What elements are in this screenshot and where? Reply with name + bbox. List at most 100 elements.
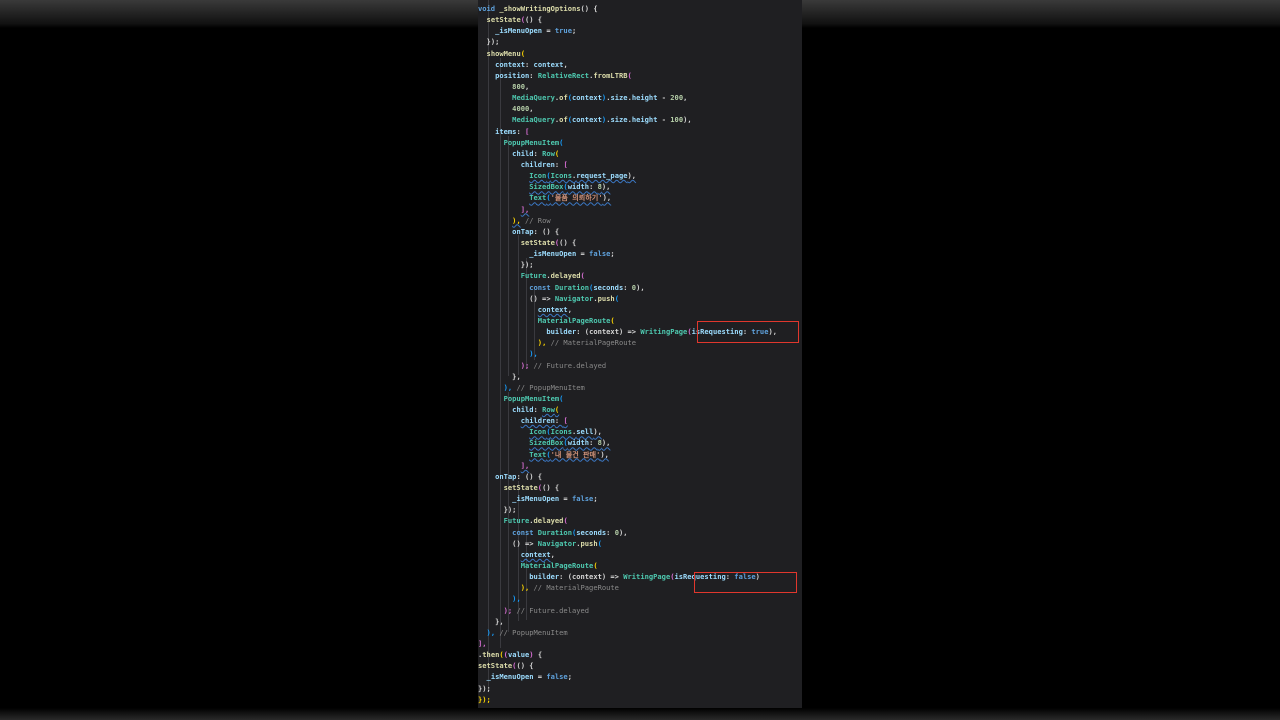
code-line[interactable]: context, <box>478 304 802 315</box>
code-line[interactable]: () => Navigator.push( <box>478 293 802 304</box>
code-line[interactable]: child: Row( <box>478 404 802 415</box>
code-line[interactable]: ), <box>478 593 802 604</box>
code-token: delayed <box>550 271 581 281</box>
code-line[interactable]: MaterialPageRoute( <box>478 560 802 571</box>
code-line[interactable]: setState(() { <box>478 482 802 493</box>
code-line[interactable]: ], <box>478 638 802 649</box>
code-line[interactable]: Icon(Icons.request_page), <box>478 170 802 181</box>
code-token: : <box>525 59 534 69</box>
code-token: ), <box>503 382 513 392</box>
code-line[interactable]: ); // Future.delayed <box>478 605 802 616</box>
code-line[interactable]: children: [ <box>478 415 802 426</box>
code-token: () { <box>559 237 577 247</box>
code-token: ; <box>593 494 598 504</box>
code-line[interactable]: ), <box>478 348 802 359</box>
code-token: false <box>589 249 611 259</box>
code-line[interactable]: Text('내 물건 판매'), <box>478 449 802 460</box>
code-line[interactable]: SizedBox(width: 8), <box>478 181 802 192</box>
code-line[interactable]: Future.delayed( <box>478 515 802 526</box>
code-token: SizedBox <box>529 182 564 192</box>
code-line[interactable]: children: [ <box>478 159 802 170</box>
code-line[interactable]: _isMenuOpen = true; <box>478 25 802 36</box>
code-line[interactable]: PopupMenuItem( <box>478 137 802 148</box>
code-token: request_page <box>576 171 628 181</box>
code-token: [ <box>563 416 568 426</box>
code-line[interactable]: }, <box>478 371 802 382</box>
code-line[interactable]: const Duration(seconds: 0), <box>478 282 802 293</box>
code-line[interactable]: ], <box>478 204 802 215</box>
code-token: Icons <box>550 427 572 437</box>
code-line[interactable]: Future.delayed( <box>478 270 802 281</box>
code-line[interactable]: showMenu( <box>478 48 802 59</box>
code-line[interactable]: child: Row( <box>478 148 802 159</box>
code-token: : <box>589 182 598 192</box>
code-line[interactable]: context, <box>478 549 802 560</box>
code-token: ( <box>563 516 568 526</box>
code-token: builder <box>529 572 560 582</box>
code-line[interactable]: .then((value) { <box>478 649 802 660</box>
code-line[interactable]: () => Navigator.push( <box>478 538 802 549</box>
code-line[interactable]: Icon(Icons.sell), <box>478 426 802 437</box>
code-block[interactable]: void _showWritingOptions() { setState(()… <box>478 0 802 705</box>
code-token: size <box>610 115 628 125</box>
code-line[interactable]: ), // Row <box>478 215 802 226</box>
code-editor[interactable]: void _showWritingOptions() { setState(()… <box>478 0 802 720</box>
code-token: ( <box>580 271 585 281</box>
code-token: context <box>572 93 602 103</box>
code-line[interactable]: }); <box>478 504 802 515</box>
code-token: ], <box>520 204 530 214</box>
code-line[interactable]: 4000, <box>478 103 802 114</box>
code-line[interactable]: onTap: () { <box>478 471 802 482</box>
code-line[interactable]: setState(() { <box>478 237 802 248</box>
code-line[interactable]: SizedBox(width: 8), <box>478 437 802 448</box>
code-line[interactable]: MediaQuery.of(context).size.height - 100… <box>478 114 802 125</box>
code-token: () { <box>516 661 534 671</box>
code-token: }, <box>512 371 521 381</box>
code-token: 200 <box>670 93 684 103</box>
code-line[interactable]: 800, <box>478 81 802 92</box>
code-token: '내 물건 판매' <box>550 449 601 459</box>
code-line[interactable]: setState(() { <box>478 14 802 25</box>
code-line[interactable]: MediaQuery.of(context).size.height - 200… <box>478 92 802 103</box>
code-token: // Future.delayed <box>512 605 590 615</box>
code-token: _isMenuOpen <box>529 249 577 259</box>
code-token: () { <box>525 471 543 481</box>
code-line[interactable]: position: RelativeRect.fromLTRB( <box>478 70 802 81</box>
code-token: width <box>567 438 590 448</box>
code-line[interactable]: ); // Future.delayed <box>478 360 802 371</box>
code-token: setState <box>486 15 521 25</box>
code-line[interactable]: }); <box>478 36 802 47</box>
code-line[interactable]: ), // PopupMenuItem <box>478 382 802 393</box>
code-line[interactable]: const Duration(seconds: 0), <box>478 527 802 538</box>
code-line[interactable]: Text('물품 의뢰하기'), <box>478 192 802 203</box>
code-token: ( <box>559 137 564 147</box>
code-line[interactable]: items: [ <box>478 126 802 137</box>
code-line[interactable]: PopupMenuItem( <box>478 393 802 404</box>
code-token: ), <box>512 594 521 604</box>
code-line[interactable]: }); <box>478 259 802 270</box>
code-line[interactable]: }, <box>478 616 802 627</box>
code-token: 4000 <box>512 104 530 114</box>
code-line[interactable]: context: context, <box>478 59 802 70</box>
code-line[interactable]: }); <box>478 694 802 705</box>
code-token: width <box>567 182 590 192</box>
code-token: '물품 의뢰하기' <box>550 193 603 203</box>
code-token: seconds <box>593 282 624 292</box>
code-line[interactable]: _isMenuOpen = false; <box>478 493 802 504</box>
code-line[interactable]: _isMenuOpen = false; <box>478 671 802 682</box>
code-token: ), <box>618 527 628 537</box>
code-line[interactable]: _isMenuOpen = false; <box>478 248 802 259</box>
code-line[interactable]: void _showWritingOptions() { <box>478 3 802 14</box>
code-line[interactable]: ), // PopupMenuItem <box>478 627 802 638</box>
code-line[interactable]: setState(() { <box>478 660 802 671</box>
code-line[interactable]: onTap: () { <box>478 226 802 237</box>
code-line[interactable]: }); <box>478 683 802 694</box>
code-line[interactable]: ], <box>478 460 802 471</box>
code-token: () { <box>542 483 560 493</box>
